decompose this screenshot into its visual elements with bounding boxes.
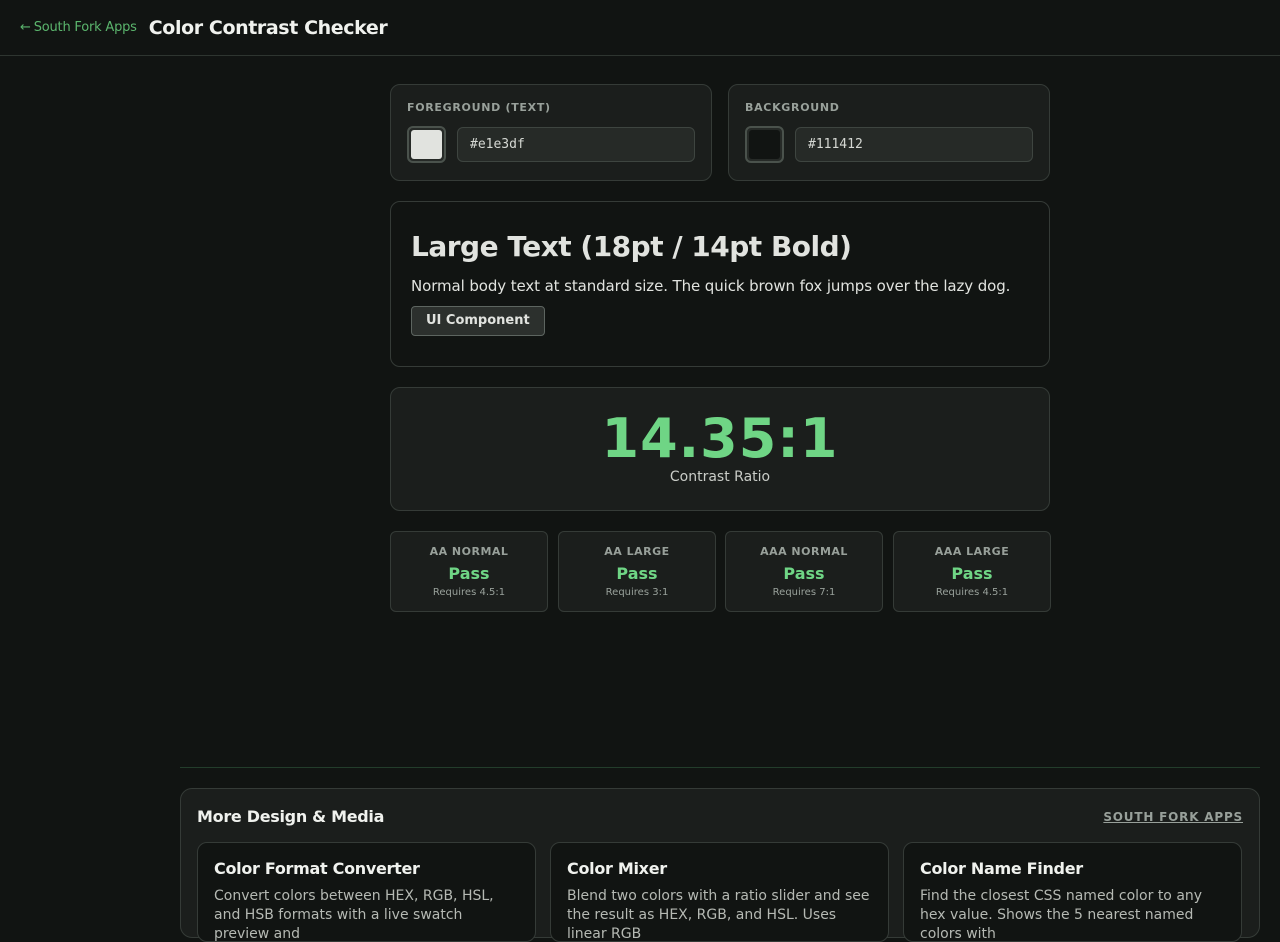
background-row [745, 126, 1033, 163]
result-label: AA LARGE [604, 545, 670, 558]
result-aaa-large: AAA LARGE Pass Requires 4.5:1 [893, 531, 1051, 612]
contrast-ratio-label: Contrast Ratio [669, 469, 771, 485]
background-swatch[interactable] [745, 126, 784, 163]
app-card-description: Blend two colors with a ratio slider and… [567, 888, 870, 942]
back-link-label: South Fork Apps [33, 20, 137, 35]
app-card-color-format-converter[interactable]: Color Format Converter Convert colors be… [197, 842, 536, 942]
page-title: Color Contrast Checker [148, 16, 388, 39]
foreground-row [407, 126, 695, 163]
result-requirement: Requires 7:1 [772, 587, 836, 598]
background-hex-input[interactable] [795, 127, 1033, 162]
app-card-title: Color Name Finder [920, 859, 1083, 878]
result-requirement: Requires 3:1 [605, 587, 669, 598]
result-status: Pass [783, 564, 825, 583]
app-card-title: Color Mixer [567, 859, 667, 878]
result-label: AAA NORMAL [760, 545, 848, 558]
foreground-picker: FOREGROUND (TEXT) [390, 84, 712, 181]
more-apps-title: More Design & Media [197, 807, 385, 826]
result-status: Pass [951, 564, 993, 583]
foreground-swatch[interactable] [407, 126, 446, 163]
more-apps-section: More Design & Media SOUTH FORK APPS Colo… [180, 788, 1260, 942]
app-card-list: Color Format Converter Convert colors be… [197, 842, 1243, 942]
app-card-title: Color Format Converter [214, 859, 420, 878]
result-requirement: Requires 4.5:1 [935, 587, 1009, 598]
back-link[interactable]: ← South Fork Apps [20, 20, 137, 35]
foreground-label: FOREGROUND (TEXT) [407, 101, 551, 114]
result-requirement: Requires 4.5:1 [432, 587, 506, 598]
foreground-swatch-color [411, 130, 442, 159]
app-card-description: Convert colors between HEX, RGB, HSL, an… [214, 888, 494, 942]
result-label: AAA LARGE [934, 545, 1010, 558]
preview-body-text: Normal body text at standard size. The q… [411, 277, 1011, 295]
app-card-color-name-finder[interactable]: Color Name Finder Find the closest CSS n… [903, 842, 1242, 942]
top-bar: ← South Fork Apps Color Contrast Checker [0, 0, 1280, 56]
south-fork-apps-link[interactable]: SOUTH FORK APPS [1103, 810, 1243, 824]
preview-panel: Large Text (18pt / 14pt Bold) Normal bod… [390, 201, 1050, 367]
foreground-hex-input[interactable] [457, 127, 695, 162]
background-label: BACKGROUND [745, 101, 840, 114]
result-status: Pass [448, 564, 490, 583]
result-aa-large: AA LARGE Pass Requires 3:1 [558, 531, 716, 612]
result-aa-normal: AA NORMAL Pass Requires 4.5:1 [390, 531, 548, 612]
app-card-color-mixer[interactable]: Color Mixer Blend two colors with a rati… [550, 842, 889, 942]
result-status: Pass [616, 564, 658, 583]
arrow-left-icon: ← [20, 20, 31, 35]
preview-large-text: Large Text (18pt / 14pt Bold) [411, 230, 852, 263]
background-swatch-color [749, 130, 780, 159]
result-aaa-normal: AAA NORMAL Pass Requires 7:1 [725, 531, 883, 612]
preview-ui-component-button[interactable]: UI Component [411, 306, 545, 336]
more-apps-header: More Design & Media SOUTH FORK APPS [197, 807, 1243, 826]
section-divider [180, 767, 1260, 768]
contrast-ratio-value: 14.35:1 [601, 407, 839, 470]
background-picker: BACKGROUND [728, 84, 1050, 181]
app-card-description: Find the closest CSS named color to any … [920, 888, 1203, 942]
result-label: AA NORMAL [429, 545, 509, 558]
contrast-ratio-panel: 14.35:1 Contrast Ratio [390, 387, 1050, 511]
